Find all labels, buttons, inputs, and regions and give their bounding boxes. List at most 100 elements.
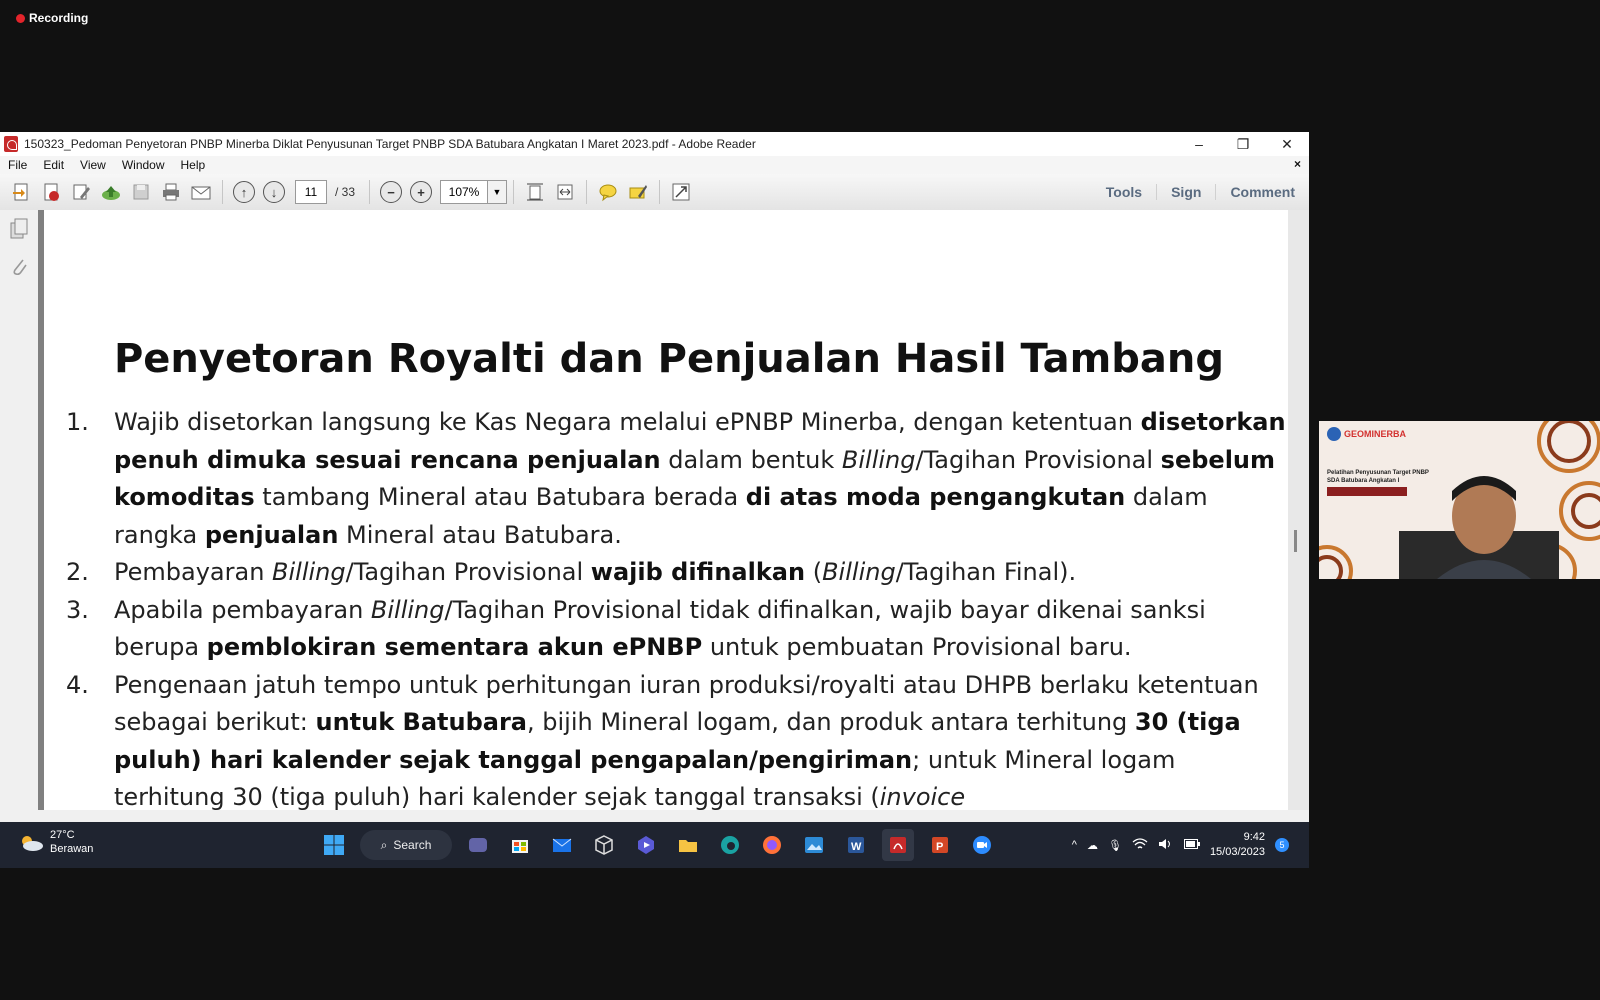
title-bar[interactable]: 150323_Pedoman Penyetoran PNBP Minerba D… [0, 132, 1309, 156]
minus-icon: − [380, 181, 403, 203]
cloud-upload-icon[interactable] [99, 180, 123, 204]
adobe-reader-window: 150323_Pedoman Penyetoran PNBP Minerba D… [0, 132, 1309, 868]
weather-widget[interactable]: 27°C Berawan [18, 828, 93, 856]
comment-button[interactable]: Comment [1215, 184, 1309, 200]
pdf-page[interactable]: Penyetoran Royalti dan Penjualan Hasil T… [44, 210, 1288, 810]
photos-icon[interactable] [798, 829, 830, 861]
minimize-button[interactable]: – [1177, 132, 1221, 156]
start-windows-icon[interactable] [318, 829, 350, 861]
list-item: 2. Pembayaran Billing/Tagihan Provisiona… [66, 554, 1286, 592]
list-number: 3. [66, 595, 89, 624]
notification-badge[interactable]: 5 [1275, 838, 1289, 852]
text-run: Apabila pembayaran [114, 595, 371, 624]
menu-bar: File Edit View Window Help × [0, 156, 1309, 174]
word-icon[interactable]: W [840, 829, 872, 861]
presenter-video-frame [1319, 421, 1600, 579]
svg-text:W: W [851, 841, 862, 853]
fit-page-icon[interactable] [523, 180, 547, 204]
page-total: / 33 [335, 185, 356, 199]
recording-indicator: Recording [16, 11, 88, 25]
3d-viewer-icon[interactable] [588, 829, 620, 861]
save-icon[interactable] [129, 180, 153, 204]
italic-run: Billing [822, 558, 896, 586]
tools-button[interactable]: Tools [1092, 184, 1156, 200]
edge-browser-icon[interactable] [714, 829, 746, 861]
italic-run: Billing [841, 445, 916, 474]
list-number: 4. [66, 670, 89, 699]
next-page-button[interactable]: ↓ [262, 180, 286, 204]
mail-icon[interactable] [546, 829, 578, 861]
arrow-up-icon: ↑ [233, 181, 255, 203]
webcam-video-tile[interactable]: GEOMINERBA Pelatihan Penyusunan Target P… [1319, 421, 1600, 579]
sign-button[interactable]: Sign [1156, 184, 1215, 200]
task-buttons: Tools Sign Comment [1092, 174, 1309, 210]
taskbar-search-button[interactable]: ⌕ Search [360, 830, 452, 860]
adobe-reader-taskbar-icon[interactable] [882, 829, 914, 861]
print-icon[interactable] [159, 180, 183, 204]
zoom-in-button[interactable]: + [409, 180, 433, 204]
zoom-out-button[interactable]: − [379, 180, 403, 204]
create-pdf-red-icon[interactable] [39, 180, 63, 204]
zoom-dropdown-chevron-icon[interactable]: ▼ [488, 180, 508, 204]
banner-date-strip [1327, 487, 1407, 496]
microsoft-store-icon[interactable] [504, 829, 536, 861]
menu-view[interactable]: View [72, 158, 114, 172]
system-tray: ^ ☁ 🎙 9:42 15/03/2023 5 [1072, 828, 1289, 862]
close-document-button[interactable]: × [1294, 157, 1301, 171]
list-item: 3. Apabila pembayaran Billing/Tagihan Pr… [66, 592, 1286, 667]
email-icon[interactable] [189, 180, 213, 204]
onedrive-cloud-icon[interactable]: ☁ [1087, 839, 1098, 852]
page-number-input[interactable]: 11 [295, 180, 327, 204]
toolbar: ↑ ↓ 11 / 33 − + 107% ▼ Tools Sign Commen… [0, 174, 1309, 211]
weather-desc: Berawan [50, 843, 94, 855]
previous-page-button[interactable]: ↑ [232, 180, 256, 204]
search-icon: ⌕ [380, 837, 388, 852]
pdf-app-icon [4, 136, 18, 152]
toolbar-separator [586, 180, 588, 204]
zoom-app-icon[interactable] [966, 829, 998, 861]
teams-chat-icon[interactable] [462, 829, 494, 861]
comment-bubble-icon[interactable] [596, 180, 620, 204]
close-button[interactable]: ✕ [1265, 132, 1309, 156]
firefox-icon[interactable] [756, 829, 788, 861]
taskbar-apps: ⌕ Search W P [318, 828, 998, 862]
search-label: Search [393, 838, 432, 852]
fullscreen-expand-icon[interactable] [669, 180, 693, 204]
logo-emblem-icon [1327, 427, 1341, 441]
vertical-scrollbar[interactable] [1288, 210, 1309, 810]
fit-width-icon[interactable] [553, 180, 577, 204]
powerpoint-icon[interactable]: P [924, 829, 956, 861]
page-thumbnails-icon[interactable] [9, 218, 29, 240]
record-dot-icon [16, 13, 25, 23]
toolbar-separator [222, 180, 223, 204]
menu-file[interactable]: File [0, 158, 35, 172]
numbered-list: 1. Wajib disetorkan langsung ke Kas Nega… [66, 404, 1286, 810]
menu-window[interactable]: Window [114, 158, 173, 172]
attachments-paperclip-icon[interactable] [9, 256, 29, 278]
windows-taskbar: 27°C Berawan ⌕ Search W P ^ ☁ 🎙 9:42 15/… [0, 822, 1309, 868]
text-run: /Tagihan Provisional [915, 445, 1161, 474]
edit-icon[interactable] [69, 180, 93, 204]
create-pdf-icon[interactable] [9, 180, 33, 204]
highlight-icon[interactable] [626, 180, 650, 204]
clock-time: 9:42 [1243, 831, 1265, 843]
video-editor-icon[interactable] [630, 829, 662, 861]
chevron-up-icon[interactable]: ^ [1072, 839, 1077, 851]
clock[interactable]: 9:42 15/03/2023 [1210, 830, 1265, 860]
scrollbar-thumb[interactable] [1294, 530, 1297, 552]
restore-button[interactable]: ❐ [1221, 132, 1265, 156]
text-run: /Tagihan Provisional [345, 558, 591, 586]
text-run: , bijih Mineral logam, dan produk antara… [526, 708, 1135, 736]
svg-text:P: P [936, 841, 943, 853]
menu-edit[interactable]: Edit [35, 158, 72, 172]
toolbar-separator [369, 180, 371, 204]
microphone-icon[interactable]: 🎙 [1108, 839, 1122, 852]
clock-date: 15/03/2023 [1209, 846, 1265, 858]
menu-help[interactable]: Help [173, 158, 214, 172]
zoom-level-input[interactable]: 107% [440, 180, 489, 204]
wifi-icon[interactable] [1132, 837, 1148, 853]
file-explorer-icon[interactable] [672, 829, 704, 861]
volume-icon[interactable] [1158, 838, 1174, 853]
list-text: Apabila pembayaran Billing/Tagihan Provi… [114, 592, 1286, 667]
battery-icon[interactable] [1183, 838, 1200, 852]
